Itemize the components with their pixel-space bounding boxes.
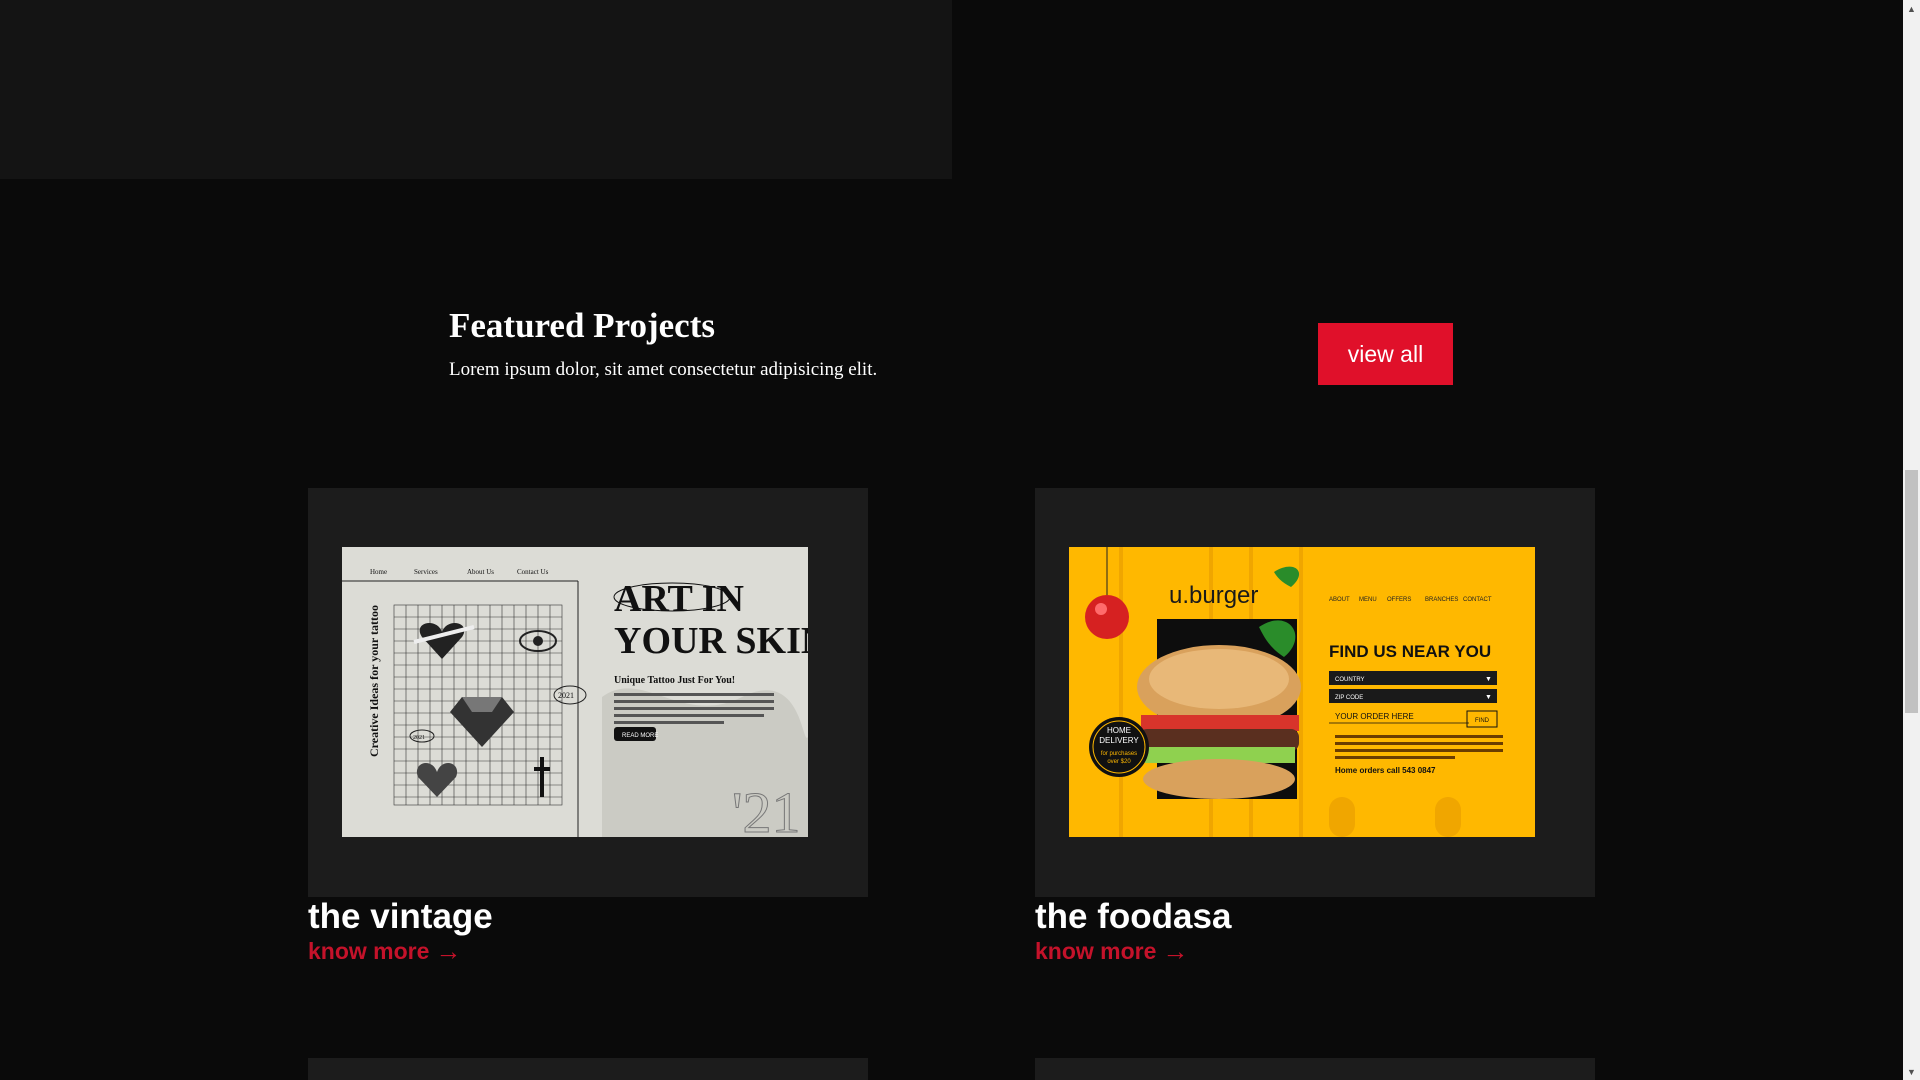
vintage-big-number: '21 xyxy=(732,780,800,837)
foodasa-select-zip: ZIP CODE xyxy=(1335,695,1363,701)
previous-section-panel xyxy=(0,0,952,179)
know-more-label: know more xyxy=(1035,937,1157,964)
vintage-side-text: Creative Ideas for your tattoo xyxy=(367,605,381,757)
foodasa-nav-menu: MENU xyxy=(1359,597,1377,603)
vintage-badge-2021: 2021 xyxy=(558,691,574,700)
scroll-down-arrow-icon[interactable]: ▼ xyxy=(1903,1063,1920,1080)
scrollbar-thumb[interactable] xyxy=(1905,470,1918,713)
foodasa-select-country: COUNTRY xyxy=(1335,677,1365,683)
foodasa-headline: FIND US NEAR YOU xyxy=(1329,642,1491,661)
foodasa-nav-about: ABOUT xyxy=(1329,597,1350,603)
foodasa-logo: u.burger xyxy=(1169,582,1258,609)
foodasa-thumbnail: u.burger HOME DELIVERY for purchases ove… xyxy=(1069,547,1535,837)
section-subtitle: Lorem ipsum dolor, sit amet consectetur … xyxy=(449,359,878,380)
vintage-nav-home: Home xyxy=(370,568,387,576)
foodasa-nav-contact: CONTACT xyxy=(1463,597,1492,603)
foodasa-find-button: FIND xyxy=(1475,718,1490,724)
view-all-button[interactable]: view all xyxy=(1318,323,1453,385)
section-title: Featured Projects xyxy=(449,306,715,345)
svg-text:▼: ▼ xyxy=(1485,676,1492,683)
scroll-up-arrow-icon[interactable]: ▲ xyxy=(1903,0,1920,17)
foodasa-badge-purchases: for purchases xyxy=(1101,751,1137,757)
svg-text:▼: ▼ xyxy=(1485,694,1492,701)
foodasa-badge-over: over $20 xyxy=(1107,759,1131,765)
know-more-link-vintage[interactable]: know more → xyxy=(308,938,461,964)
project-card-vintage[interactable]: Home Services About Us Contact Us 2021 2… xyxy=(308,488,868,897)
foodasa-badge-home: HOME xyxy=(1107,726,1131,735)
vintage-thumbnail: Home Services About Us Contact Us 2021 2… xyxy=(342,547,808,837)
arrow-right-icon: → xyxy=(1162,936,1189,966)
project-card-next-2[interactable] xyxy=(1035,1058,1595,1080)
vintage-read-more: READ MORE xyxy=(622,733,658,739)
vintage-badge-2021-small: 2021 xyxy=(413,735,425,741)
foodasa-nav-branches: BRANCHES xyxy=(1425,597,1458,603)
project-card-foodasa[interactable]: u.burger HOME DELIVERY for purchases ove… xyxy=(1035,488,1595,897)
project-title-foodasa: the foodasa xyxy=(1035,897,1232,936)
arrow-right-icon: → xyxy=(435,936,462,966)
vintage-nav-about: About Us xyxy=(467,568,494,576)
vintage-tagline: Unique Tattoo Just For You! xyxy=(614,675,735,686)
know-more-label: know more xyxy=(308,937,430,964)
vintage-nav-services: Services xyxy=(414,568,438,576)
foodasa-badge-delivery: DELIVERY xyxy=(1099,736,1139,745)
vintage-headline-1: ART IN xyxy=(614,578,744,620)
vintage-nav-contact: Contact Us xyxy=(517,568,549,576)
page-scrollbar[interactable]: ▲ ▼ xyxy=(1903,0,1920,1080)
foodasa-nav-offers: OFFERS xyxy=(1387,597,1411,603)
foodasa-phone: Home orders call 543 0847 xyxy=(1335,766,1436,775)
foodasa-order-label: YOUR ORDER HERE xyxy=(1335,712,1414,721)
project-title-vintage: the vintage xyxy=(308,897,493,936)
vintage-headline-2: YOUR SKIN xyxy=(614,620,808,662)
know-more-link-foodasa[interactable]: know more → xyxy=(1035,938,1188,964)
project-card-next-1[interactable] xyxy=(308,1058,868,1080)
